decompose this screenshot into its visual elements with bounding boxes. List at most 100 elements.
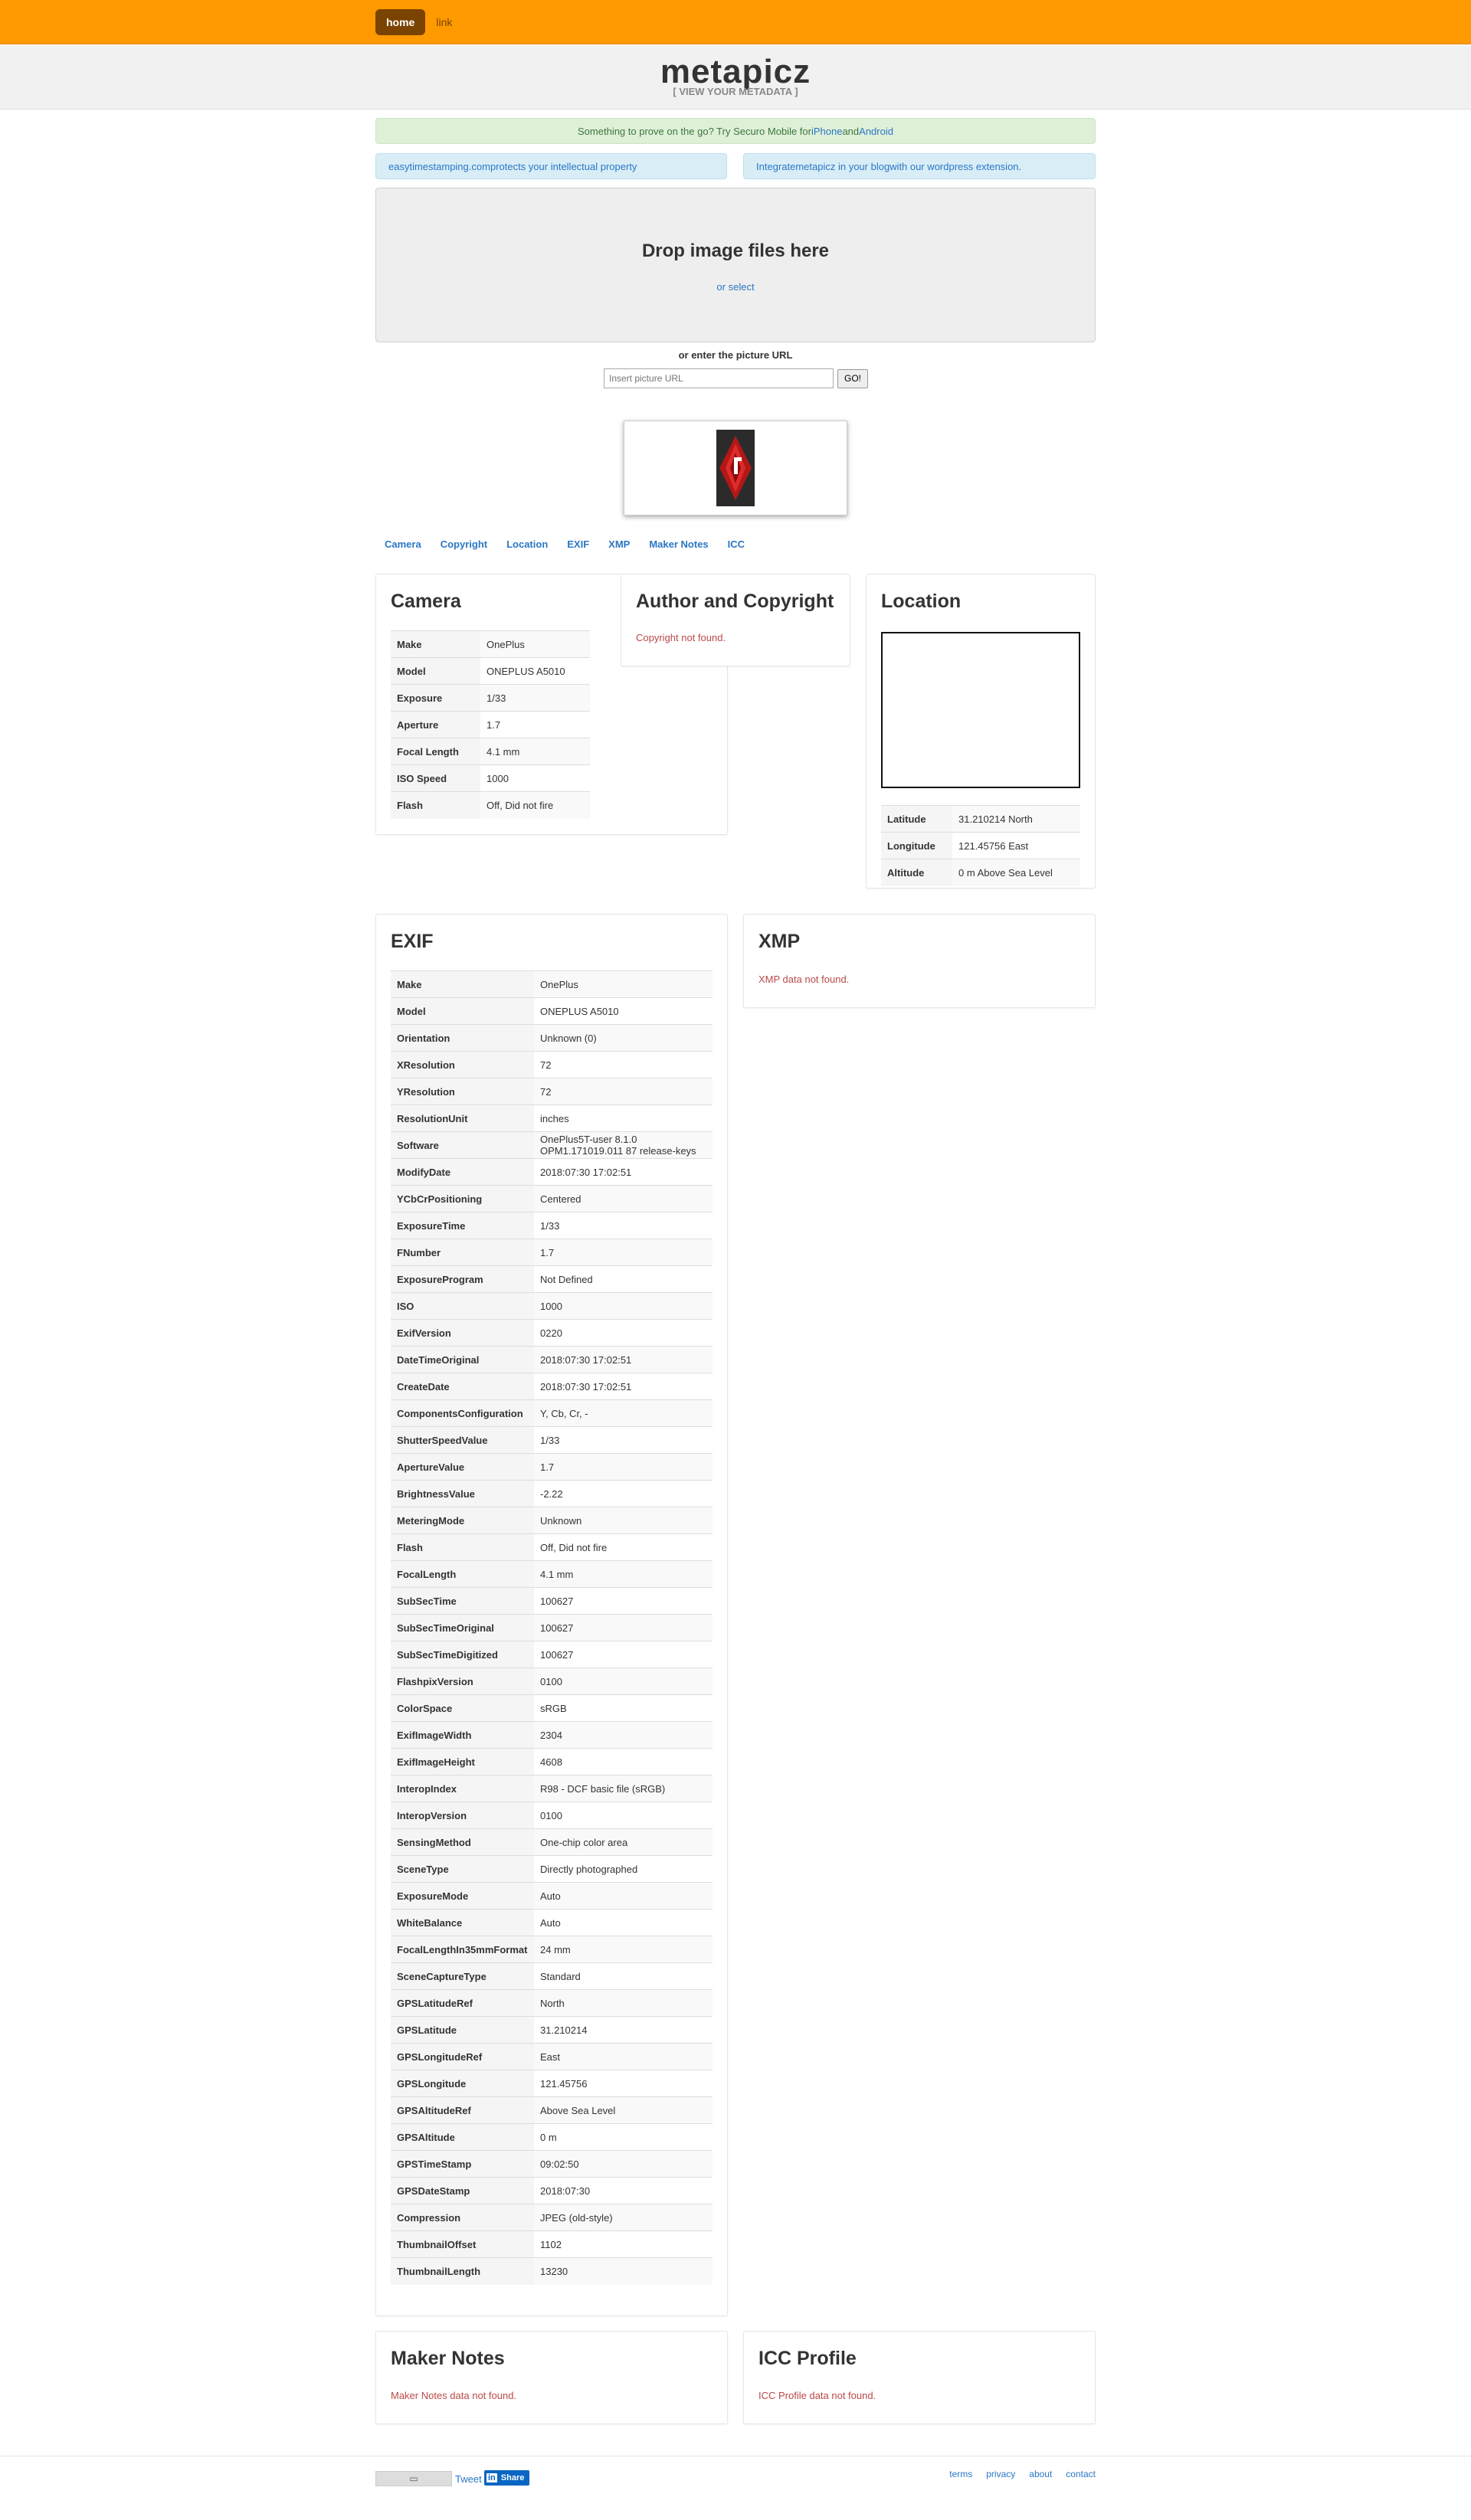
location-title: Location: [881, 591, 962, 612]
field-label: ComponentsConfiguration: [391, 1399, 534, 1427]
camera-row: Make OnePlus: [391, 630, 590, 658]
field-value: 0 m: [534, 2123, 713, 2151]
integrate-blog-link[interactable]: metapicz in your blog: [795, 161, 889, 172]
field-label: SubSecTimeDigitized: [391, 1641, 534, 1668]
drop-title: Drop image files here: [641, 241, 830, 261]
footer-contact-link[interactable]: contact: [1066, 2469, 1096, 2479]
exif-row: ApertureValue 1.7: [391, 1453, 713, 1481]
nav-link[interactable]: link: [436, 16, 452, 28]
easytimestamping-link[interactable]: easytimestamping.com: [388, 161, 490, 172]
select-file-link[interactable]: or select: [376, 281, 1095, 293]
field-label: SensingMethod: [391, 1828, 534, 1856]
exif-row: Orientation Unknown (0): [391, 1024, 713, 1052]
nav-home-link[interactable]: home: [375, 9, 426, 35]
field-value: 13230: [534, 2257, 713, 2285]
exif-row: ExifVersion 0220: [391, 1319, 713, 1347]
exif-row: GPSLongitudeRef East: [391, 2043, 713, 2070]
red-gem-icon: [719, 436, 752, 500]
field-value: 0220: [534, 1319, 713, 1347]
field-value: 100627: [534, 1641, 713, 1668]
mobile-promo-alert: Something to prove on the go? Try Securo…: [375, 118, 1096, 144]
field-label: ISO Speed: [391, 764, 480, 792]
android-link[interactable]: Android: [859, 126, 893, 137]
footer-terms-link[interactable]: terms: [949, 2469, 972, 2479]
iphone-link[interactable]: iPhone: [811, 126, 842, 137]
field-value: 2018:07:30 17:02:51: [534, 1373, 713, 1400]
integrate-suffix: with our wordpress extension.: [889, 160, 1022, 172]
field-label: GPSLatitude: [391, 2016, 534, 2044]
image-drop-zone[interactable]: Drop image files here or select: [375, 188, 1096, 342]
field-label: FocalLengthIn35mmFormat: [391, 1936, 534, 1963]
footer-privacy-link[interactable]: privacy: [986, 2469, 1015, 2479]
exif-row: ExposureMode Auto: [391, 1882, 713, 1910]
field-label: InteropIndex: [391, 1775, 534, 1802]
field-value: 121.45756: [534, 2070, 713, 2097]
exif-row: ExifImageHeight 4608: [391, 1748, 713, 1775]
field-label: ShutterSpeedValue: [391, 1426, 534, 1454]
field-value: North: [534, 1989, 713, 2017]
field-value: 72: [534, 1078, 713, 1105]
tab-location[interactable]: Location: [506, 538, 548, 550]
field-value: inches: [534, 1105, 713, 1132]
share-widget[interactable]: ▭: [375, 2471, 452, 2486]
field-value: 4.1 mm: [534, 1560, 713, 1588]
tab-icc[interactable]: ICC: [728, 538, 745, 550]
tab-exif[interactable]: EXIF: [567, 538, 589, 550]
exif-row: ExposureProgram Not Defined: [391, 1265, 713, 1293]
tab-maker-notes[interactable]: Maker Notes: [649, 538, 708, 550]
exif-row: SubSecTimeOriginal 100627: [391, 1614, 713, 1641]
field-value: One-chip color area: [534, 1828, 713, 1856]
field-label: ISO: [391, 1292, 534, 1320]
field-label: YResolution: [391, 1078, 534, 1105]
field-value: 31.210214: [534, 2016, 713, 2044]
field-value: JPEG (old-style): [534, 2204, 713, 2231]
wordpress-promo-alert: Integrate metapicz in your blog with our…: [743, 153, 1096, 179]
field-label: Latitude: [881, 805, 952, 833]
exif-row: Make OnePlus: [391, 970, 713, 998]
exif-row: ISO 1000: [391, 1292, 713, 1320]
field-label: MeteringMode: [391, 1507, 534, 1534]
copyright-not-found: Copyright not found.: [636, 632, 726, 643]
exif-title: EXIF: [391, 931, 434, 952]
tab-camera[interactable]: Camera: [385, 538, 421, 550]
footer-about-link[interactable]: about: [1029, 2469, 1052, 2479]
field-value: 1102: [534, 2230, 713, 2258]
timestamp-promo-text: protects your intellectual property: [490, 160, 637, 172]
share-icon: ▭: [409, 2473, 418, 2484]
exif-row: YCbCrPositioning Centered: [391, 1185, 713, 1213]
camera-row: Flash Off, Did not fire: [391, 791, 590, 819]
field-label: ExposureMode: [391, 1882, 534, 1910]
field-label: FlashpixVersion: [391, 1667, 534, 1695]
tweet-button[interactable]: Tweet: [455, 2473, 482, 2485]
maker-notes-not-found: Maker Notes data not found.: [391, 2390, 517, 2401]
field-value: Standard: [534, 1962, 713, 1990]
location-map[interactable]: [881, 632, 1080, 788]
field-value: 1000: [534, 1292, 713, 1320]
field-label: SceneCaptureType: [391, 1962, 534, 1990]
field-value: 100627: [534, 1587, 713, 1615]
exif-row: ExifImageWidth 2304: [391, 1721, 713, 1749]
tab-copyright[interactable]: Copyright: [441, 538, 487, 550]
field-value: Off, Did not fire: [534, 1533, 713, 1561]
go-button[interactable]: GO!: [837, 369, 868, 388]
exif-row: ResolutionUnit inches: [391, 1105, 713, 1132]
linkedin-share-label: Share: [500, 2473, 525, 2482]
field-label: Model: [391, 997, 534, 1025]
field-value: Directly photographed: [534, 1855, 713, 1883]
field-value: sRGB: [534, 1694, 713, 1722]
field-label: GPSLongitude: [391, 2070, 534, 2097]
field-label: Exposure: [391, 684, 480, 712]
tab-xmp[interactable]: XMP: [608, 538, 630, 550]
url-label: or enter the picture URL: [678, 349, 793, 361]
field-value: 24 mm: [534, 1936, 713, 1963]
linkedin-share-button[interactable]: in Share: [484, 2470, 530, 2486]
field-label: ExposureTime: [391, 1212, 534, 1239]
field-label: Flash: [391, 1533, 534, 1561]
site-tagline: [ VIEW YOUR METADATA ]: [673, 86, 798, 97]
timestamp-promo-alert: easytimestamping.com protects your intel…: [375, 153, 727, 179]
icc-not-found: ICC Profile data not found.: [758, 2390, 876, 2401]
picture-url-input[interactable]: [604, 368, 834, 388]
field-label: ExifImageWidth: [391, 1721, 534, 1749]
field-label: GPSLongitudeRef: [391, 2043, 534, 2070]
field-label: SceneType: [391, 1855, 534, 1883]
